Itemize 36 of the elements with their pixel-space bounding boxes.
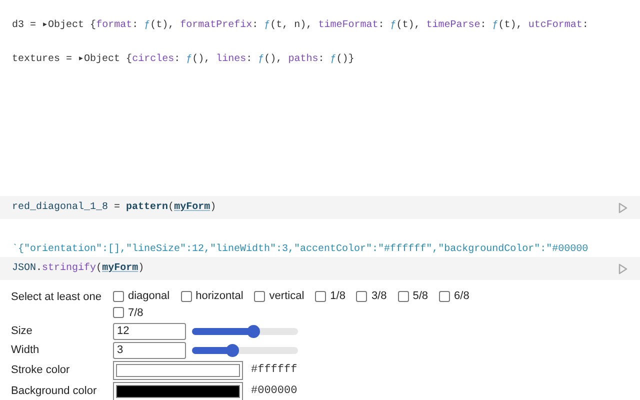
slider-track[interactable] xyxy=(192,328,298,335)
checkbox-label[interactable]: vertical xyxy=(269,288,304,304)
color-picker[interactable] xyxy=(113,382,243,400)
slider-thumb[interactable] xyxy=(226,344,240,357)
output-line: d3 = ▸Object {format: ƒ(t), formatPrefix: ƒ(t, n), timeFormat: ƒ(t), timeParse: ƒ(t), utcFormat: xyxy=(12,18,588,32)
checkbox-label[interactable]: 1/8 xyxy=(330,288,346,304)
checkbox[interactable] xyxy=(254,290,266,302)
checkbox[interactable] xyxy=(315,290,326,302)
output-string: `{"orientation":[],"lineSize":12,"lineWidth":3,"accentColor":"#ffffff","backgroundColor":"#00000 xyxy=(12,242,588,257)
field-label: Size xyxy=(11,324,34,340)
checkbox[interactable] xyxy=(180,290,192,302)
color-value: #000000 xyxy=(251,384,298,400)
slider-track[interactable] xyxy=(192,347,298,354)
checkbox-label[interactable]: horizontal xyxy=(196,288,244,304)
checkbox-label[interactable]: 6/8 xyxy=(454,288,470,304)
checkbox-label[interactable]: diagonal xyxy=(128,288,170,304)
number-field[interactable]: 12 xyxy=(113,323,186,340)
slider-thumb[interactable] xyxy=(247,325,260,338)
checkbox[interactable] xyxy=(113,307,124,318)
color-value: #ffffff xyxy=(251,363,298,378)
number-field[interactable]: 3 xyxy=(113,342,186,359)
code-line: JSON.stringify(myForm) xyxy=(12,262,144,276)
checkbox-label[interactable]: 7/8 xyxy=(128,304,144,321)
field-label: Select at least one xyxy=(11,290,103,305)
field-label: Background color xyxy=(11,384,98,400)
checkbox[interactable] xyxy=(356,290,368,302)
checkbox-label[interactable]: 5/8 xyxy=(412,288,428,304)
field-label: Stroke color xyxy=(11,363,71,378)
color-picker[interactable] xyxy=(113,361,243,380)
checkbox[interactable] xyxy=(439,290,450,302)
code-line: red_diagonal_1_8 = pattern(myForm) xyxy=(12,200,216,215)
field-label: Width xyxy=(11,343,40,358)
output-line: textures = ▸Object {circles: ƒ(), lines: ƒ(), paths: ƒ()} xyxy=(12,52,354,66)
checkbox[interactable] xyxy=(398,290,409,302)
checkbox-label[interactable]: 3/8 xyxy=(371,288,387,304)
checkbox[interactable] xyxy=(113,290,124,302)
